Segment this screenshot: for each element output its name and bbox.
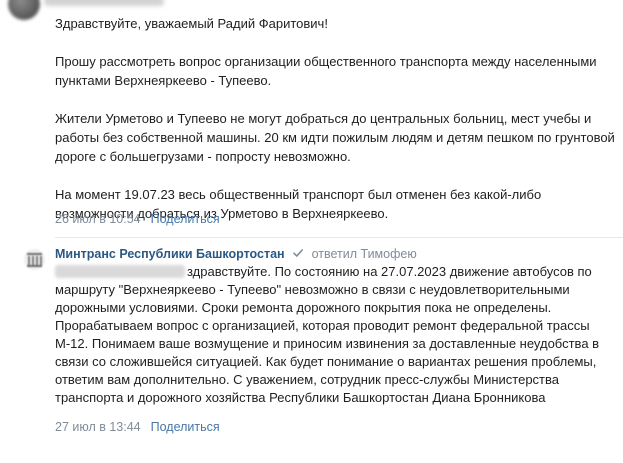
comment-author-line: Минтранс Республики Башкортостан ответил… [55, 247, 417, 261]
comment-date[interactable]: 27 июл в 13:44 [55, 420, 141, 434]
comment-paragraph: Жители Урметово и Тупеево не могут добра… [55, 111, 615, 164]
author-name[interactable]: Минтранс Республики Башкортостан [55, 247, 285, 261]
divider [55, 237, 623, 238]
comment-meta: 26 июл в 10:54 Поделиться [55, 212, 220, 226]
comment-body: здравствуйте. По состоянию на 27.07.2023… [55, 264, 600, 405]
comment-text: здравствуйте. По состоянию на 27.07.2023… [55, 263, 615, 407]
comment-text: Здравствуйте, уважаемый Радий Фаритович!… [55, 14, 615, 223]
addressee-name-blurred [55, 265, 185, 278]
share-button[interactable]: Поделиться [151, 420, 220, 434]
replied-to[interactable]: ответил Тимофею [312, 247, 417, 261]
ministry-avatar[interactable] [24, 249, 45, 270]
comment-date[interactable]: 26 июл в 10:54 [55, 212, 141, 226]
share-button[interactable]: Поделиться [151, 212, 220, 226]
comment-meta: 27 июл в 13:44 Поделиться [55, 420, 220, 434]
comment-paragraph: Прошу рассмотреть вопрос организации общ… [55, 54, 597, 88]
avatar[interactable] [8, 0, 40, 20]
comment-paragraph: Здравствуйте, уважаемый Радий Фаритович! [55, 16, 328, 31]
author-name-blurred[interactable] [44, 0, 164, 6]
verified-check-icon [292, 247, 304, 259]
